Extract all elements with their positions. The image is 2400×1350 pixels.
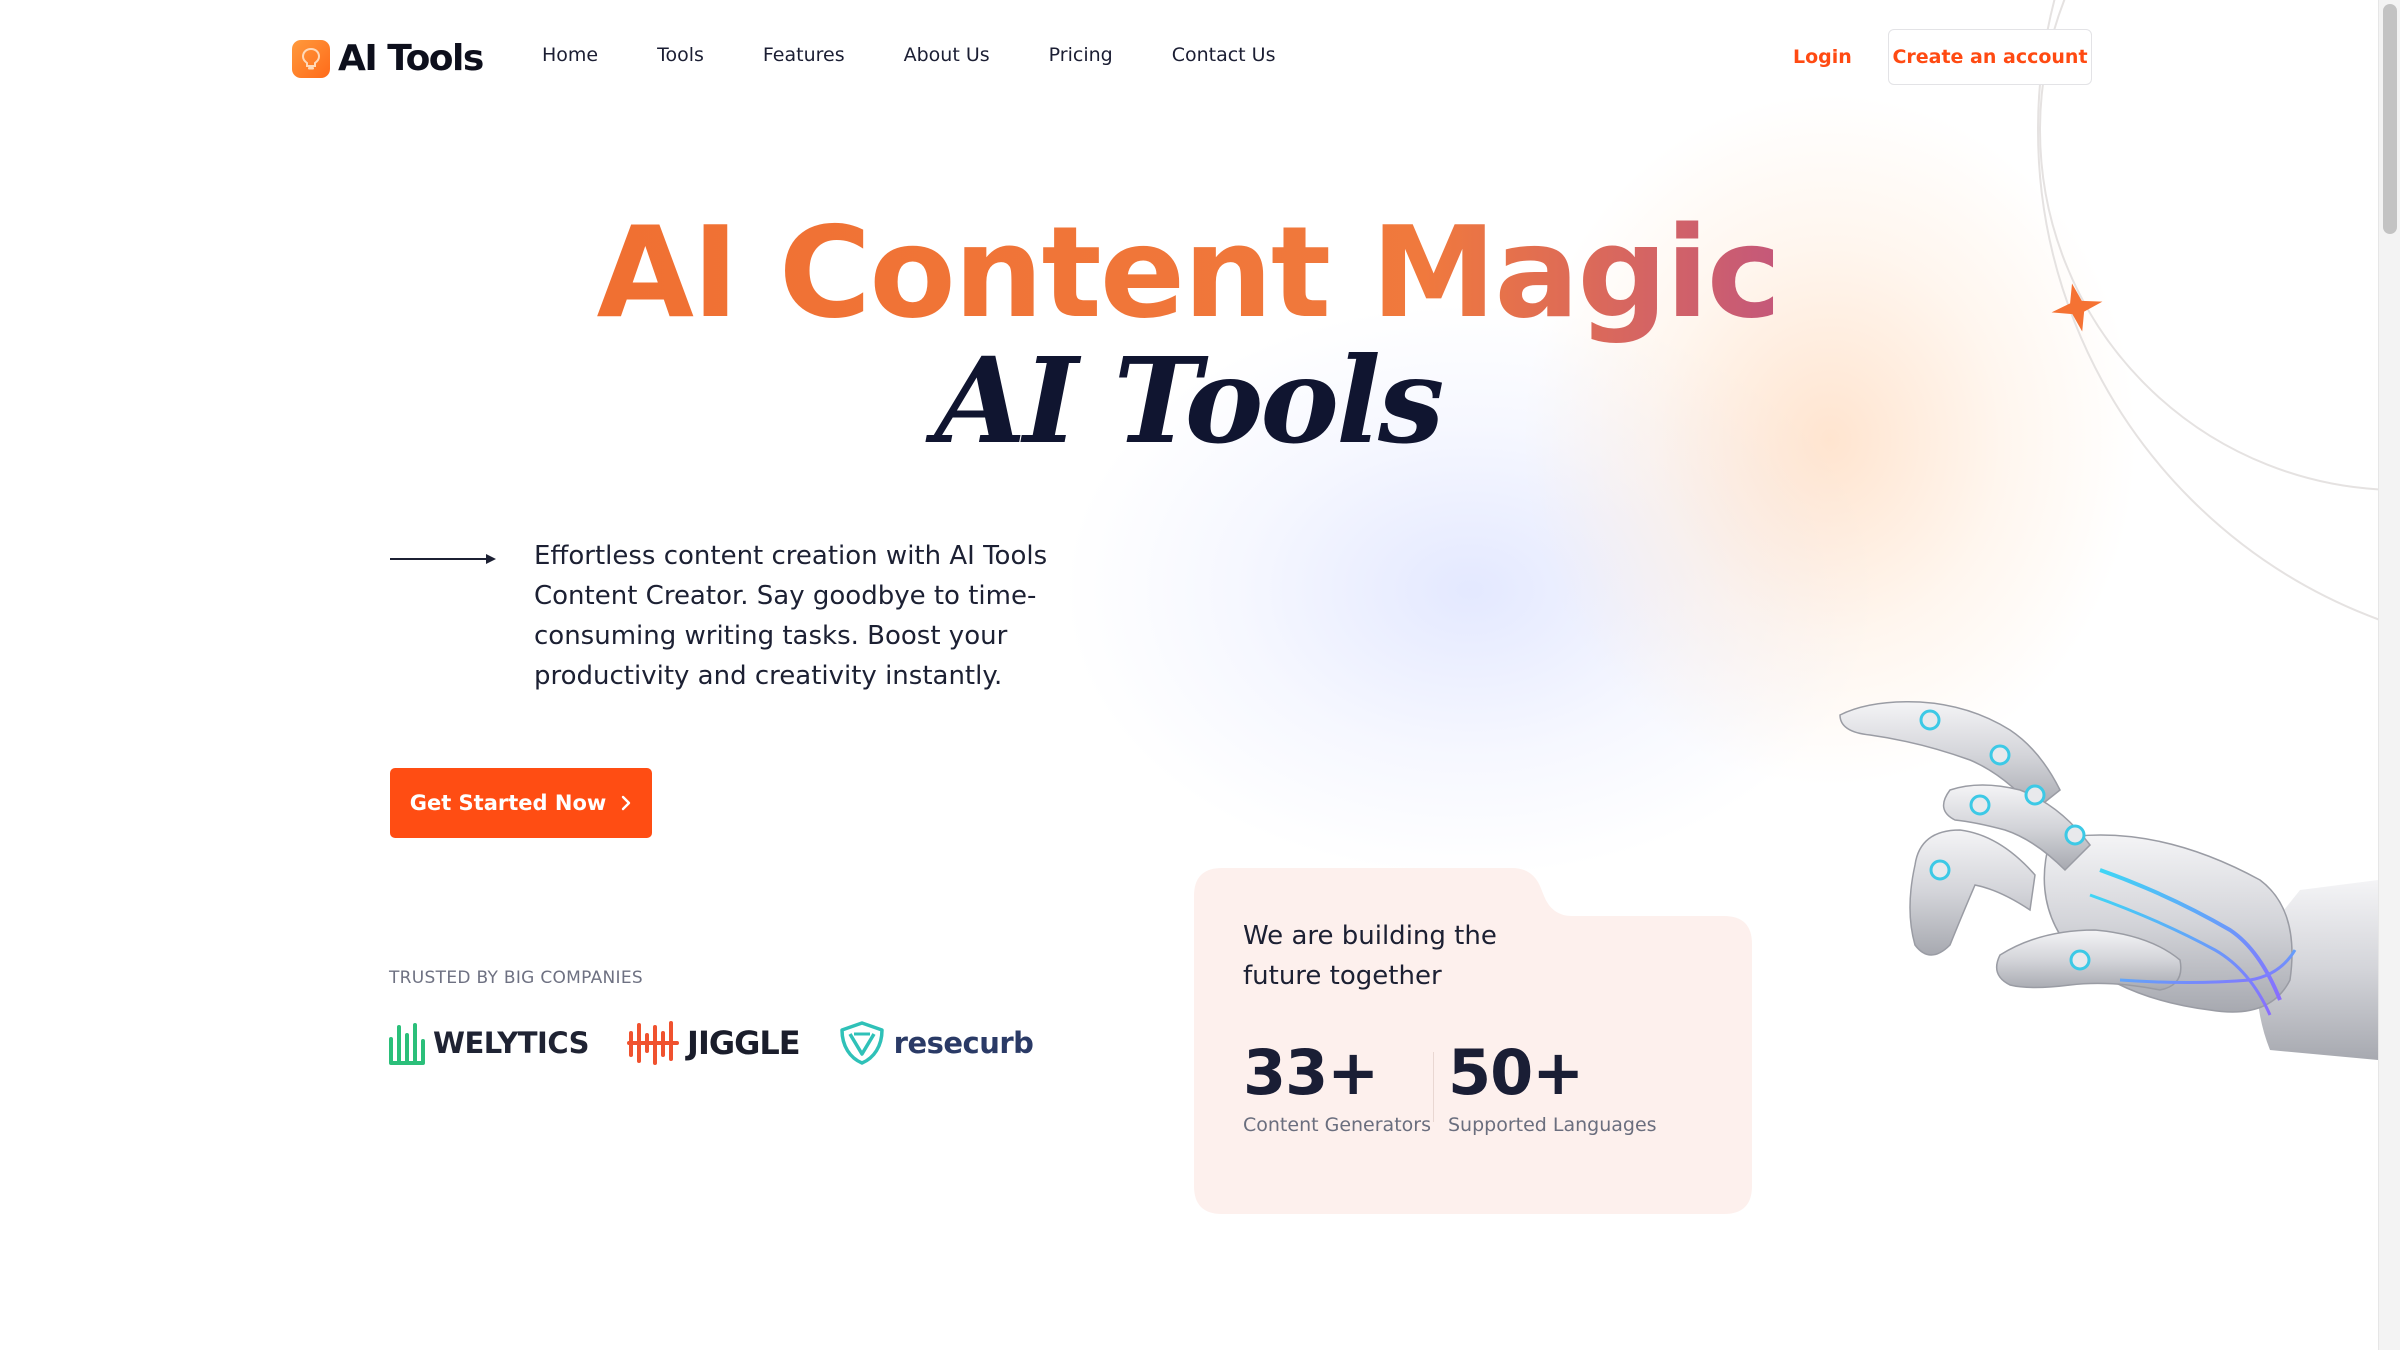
jiggle-logo-icon bbox=[627, 1021, 680, 1065]
logo[interactable]: AI Tools bbox=[292, 38, 484, 79]
stat-divider bbox=[1433, 1052, 1434, 1122]
nav-pricing[interactable]: Pricing bbox=[1049, 44, 1113, 66]
get-started-label: Get Started Now bbox=[409, 791, 607, 815]
nav-home[interactable]: Home bbox=[542, 44, 598, 66]
stats-card-title: We are building the future together bbox=[1243, 921, 1497, 991]
brand-jiggle: JIGGLE bbox=[627, 1021, 801, 1065]
logo-mark-icon bbox=[292, 39, 330, 78]
brand-welytics-name: WELYTICS bbox=[433, 1026, 590, 1060]
stat-supported-languages: 50+ Supported Languages bbox=[1448, 1036, 1657, 1137]
chevron-right-icon bbox=[622, 795, 631, 811]
welytics-logo-icon bbox=[389, 1023, 425, 1065]
main-nav: Home Tools Features About Us Pricing Con… bbox=[542, 44, 1275, 66]
hero-subtitle: AI Tools bbox=[934, 331, 1445, 470]
scrollbar-thumb[interactable] bbox=[2383, 4, 2397, 234]
create-account-button[interactable]: Create an account bbox=[1888, 29, 2092, 85]
stat-label: Content Generators bbox=[1243, 1114, 1431, 1136]
stat-label: Supported Languages bbox=[1448, 1114, 1657, 1136]
hero-title-text: AI Content Magic bbox=[596, 199, 1782, 346]
brand-resecurb-name: resecurb bbox=[893, 1026, 1034, 1060]
brand-logos: WELYTICS JIGGLE resecurb bbox=[389, 1020, 1071, 1066]
login-link[interactable]: Login bbox=[1793, 46, 1852, 68]
get-started-button[interactable]: Get Started Now bbox=[390, 768, 652, 838]
stat-value: 50+ bbox=[1448, 1036, 1584, 1109]
stat-content-generators: 33+ Content Generators bbox=[1243, 1036, 1431, 1137]
hero-description: Effortless content creation with AI Tool… bbox=[534, 541, 1048, 691]
logo-text: AI Tools bbox=[338, 38, 484, 79]
nav-about-us[interactable]: About Us bbox=[904, 44, 990, 66]
brand-jiggle-name: JIGGLE bbox=[687, 1024, 801, 1062]
brand-welytics: WELYTICS bbox=[389, 1021, 590, 1065]
resecurb-shield-icon bbox=[839, 1021, 884, 1065]
nav-features[interactable]: Features bbox=[763, 44, 845, 66]
trusted-label: TRUSTED BY BIG COMPANIES bbox=[389, 968, 643, 988]
nav-contact-us[interactable]: Contact Us bbox=[1172, 44, 1276, 66]
stat-value: 33+ bbox=[1243, 1036, 1379, 1109]
page-scrollbar[interactable] bbox=[2378, 0, 2400, 1350]
arrow-right-line-icon bbox=[390, 554, 496, 564]
robot-hand-image bbox=[1839, 701, 2378, 1060]
brand-resecurb: resecurb bbox=[838, 1020, 1034, 1066]
nav-tools[interactable]: Tools bbox=[657, 44, 704, 66]
